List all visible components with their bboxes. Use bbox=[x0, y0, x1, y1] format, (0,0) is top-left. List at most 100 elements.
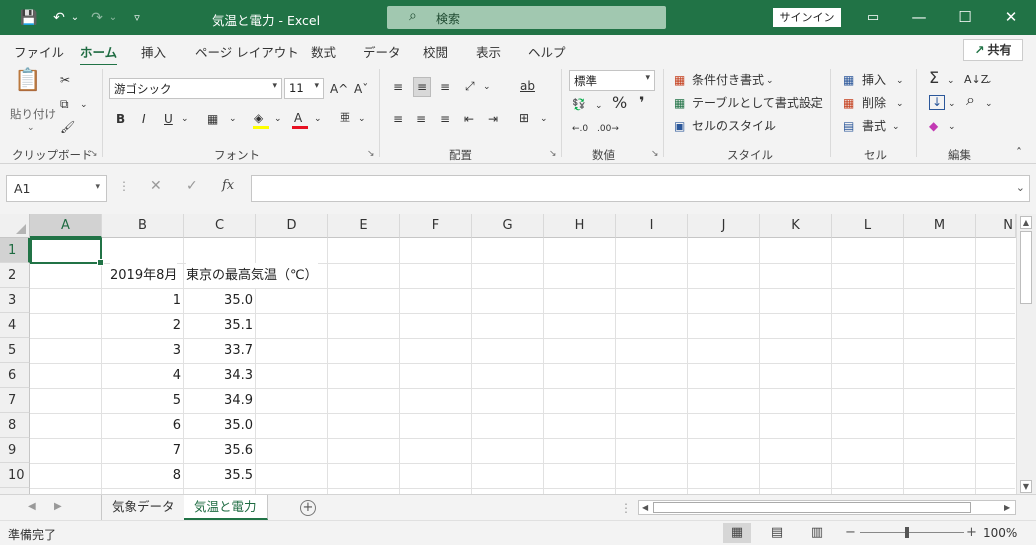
column-header-e[interactable]: E bbox=[328, 214, 400, 238]
number-launcher-icon[interactable]: ↘ bbox=[651, 149, 659, 159]
column-header-f[interactable]: F bbox=[400, 214, 472, 238]
font-color-icon[interactable]: A bbox=[294, 110, 302, 126]
row-header-6[interactable]: 6 bbox=[0, 363, 30, 388]
merge-center-icon[interactable]: ⊞ bbox=[519, 110, 529, 126]
row-header-2[interactable]: 2 bbox=[0, 263, 30, 288]
border-icon[interactable]: ▦ bbox=[207, 111, 218, 127]
tab-help[interactable]: ヘルプ bbox=[528, 42, 566, 61]
close-icon[interactable]: ✕ bbox=[988, 0, 1034, 35]
customize-toolbar-icon[interactable]: ▿ bbox=[128, 9, 146, 27]
align-top-icon[interactable]: ≡ bbox=[393, 79, 403, 95]
format-cells-dropdown-icon[interactable]: ⌄ bbox=[892, 119, 900, 135]
insert-cells-dropdown-icon[interactable]: ⌄ bbox=[896, 73, 904, 89]
add-sheet-button[interactable]: + bbox=[300, 500, 316, 516]
zoom-out-icon[interactable]: − bbox=[845, 525, 856, 540]
insert-function-icon[interactable]: fx bbox=[222, 178, 234, 193]
cell-styles-dropdown-icon[interactable]: ⌄ bbox=[764, 119, 772, 135]
zoom-slider-knob[interactable] bbox=[905, 527, 909, 538]
row-header-1[interactable]: 1 bbox=[0, 238, 30, 263]
tab-formulas[interactable]: 数式 bbox=[311, 42, 336, 61]
column-header-b[interactable]: B bbox=[102, 214, 184, 238]
cell-temp[interactable]: 35.6 bbox=[184, 438, 256, 463]
cell-day[interactable]: 4 bbox=[102, 363, 184, 388]
splitter-icon[interactable]: ⋮ bbox=[118, 179, 130, 193]
copy-dropdown-icon[interactable]: ⌄ bbox=[80, 97, 88, 113]
fill-icon[interactable]: ↓ bbox=[929, 95, 946, 110]
format-as-table-dropdown-icon[interactable]: ⌄ bbox=[808, 96, 816, 112]
scroll-thumb[interactable] bbox=[1020, 231, 1032, 304]
collapse-ribbon-icon[interactable]: ˆ bbox=[1016, 145, 1022, 161]
scroll-right-icon[interactable]: ▶ bbox=[1004, 501, 1010, 514]
format-as-table-icon[interactable]: ▦ bbox=[674, 95, 685, 111]
cell-day[interactable]: 6 bbox=[102, 413, 184, 438]
column-header-n[interactable]: N bbox=[976, 214, 1016, 238]
phonetic-icon[interactable]: 亜 bbox=[340, 111, 350, 127]
cell-temp[interactable]: 35.1 bbox=[184, 313, 256, 338]
sheet-tab-weather[interactable]: 気象データ bbox=[102, 495, 186, 520]
column-header-a[interactable]: A bbox=[30, 214, 102, 238]
scroll-left-icon[interactable]: ◀ bbox=[642, 501, 648, 514]
fill-dropdown-icon[interactable]: ⌄ bbox=[948, 96, 956, 112]
cell-day[interactable]: 1 bbox=[102, 288, 184, 313]
row-header-9[interactable]: 9 bbox=[0, 438, 30, 463]
border-dropdown-icon[interactable]: ⌄ bbox=[229, 111, 237, 127]
sheet-tab-temp-power[interactable]: 気温と電力 bbox=[184, 495, 268, 520]
tab-file[interactable]: ファイル bbox=[14, 42, 64, 61]
currency-dropdown-icon[interactable]: ⌄ bbox=[595, 98, 603, 114]
cell-temp[interactable]: 35.0 bbox=[184, 288, 256, 313]
column-header-k[interactable]: K bbox=[760, 214, 832, 238]
column-header-j[interactable]: J bbox=[688, 214, 760, 238]
clipboard-launcher-icon[interactable]: ↘ bbox=[90, 149, 98, 159]
tab-page-layout[interactable]: ページ レイアウト bbox=[195, 42, 299, 61]
fill-color-dropdown-icon[interactable]: ⌄ bbox=[274, 111, 282, 127]
page-layout-view-icon[interactable]: ▤ bbox=[763, 523, 791, 543]
orientation-icon[interactable]: ⤢ bbox=[465, 78, 475, 94]
row-header-4[interactable]: 4 bbox=[0, 313, 30, 338]
tab-splitter-icon[interactable]: ⋮ bbox=[620, 501, 632, 515]
cell-temp[interactable]: 33.7 bbox=[184, 338, 256, 363]
minimize-icon[interactable]: — bbox=[896, 0, 942, 35]
column-header-i[interactable]: I bbox=[616, 214, 688, 238]
align-middle-icon[interactable]: ≡ bbox=[413, 77, 432, 97]
formula-input[interactable]: ⌄ bbox=[251, 175, 1030, 202]
conditional-format-button[interactable]: 条件付き書式 bbox=[692, 72, 764, 88]
column-header-m[interactable]: M bbox=[904, 214, 976, 238]
name-box[interactable]: A1 ▾ bbox=[6, 175, 107, 202]
increase-decimal-icon[interactable]: ←.0 bbox=[572, 121, 588, 137]
comma-icon[interactable]: ❜ bbox=[639, 95, 645, 111]
prev-sheet-icon[interactable]: ◀ bbox=[28, 501, 36, 512]
insert-cells-button[interactable]: 挿入 bbox=[862, 72, 886, 88]
row-header-5[interactable]: 5 bbox=[0, 338, 30, 363]
column-header-c[interactable]: C bbox=[184, 214, 256, 238]
alignment-launcher-icon[interactable]: ↘ bbox=[549, 149, 557, 159]
cell-temp[interactable]: 34.9 bbox=[184, 388, 256, 413]
column-header-g[interactable]: G bbox=[472, 214, 544, 238]
align-left-icon[interactable]: ≡ bbox=[393, 111, 403, 127]
cell-b2[interactable]: 2019年8月 bbox=[110, 263, 178, 288]
undo-dropdown-icon[interactable]: ⌄ bbox=[66, 9, 84, 27]
scroll-up-icon[interactable]: ▲ bbox=[1020, 216, 1032, 229]
autosum-icon[interactable]: Σ bbox=[929, 70, 939, 86]
row-header-3[interactable]: 3 bbox=[0, 288, 30, 313]
cell-day[interactable]: 8 bbox=[102, 463, 184, 488]
cell-day[interactable]: 3 bbox=[102, 338, 184, 363]
format-cells-icon[interactable]: ▤ bbox=[843, 118, 854, 134]
align-center-icon[interactable]: ≡ bbox=[416, 111, 426, 127]
autosum-dropdown-icon[interactable]: ⌄ bbox=[947, 73, 955, 89]
vertical-scrollbar[interactable]: ▲ ▼ bbox=[1016, 214, 1036, 494]
page-break-view-icon[interactable]: ▥ bbox=[803, 523, 831, 543]
fill-color-icon[interactable]: ◈ bbox=[254, 110, 263, 126]
copy-icon[interactable]: ⧉ bbox=[60, 96, 69, 112]
cell-temp[interactable]: 34.3 bbox=[184, 363, 256, 388]
delete-cells-button[interactable]: 削除 bbox=[862, 95, 886, 111]
format-painter-icon[interactable]: 🖌 bbox=[60, 119, 75, 135]
tab-review[interactable]: 校閲 bbox=[423, 42, 448, 61]
cancel-icon[interactable]: ✕ bbox=[150, 178, 162, 194]
zoom-in-icon[interactable]: + bbox=[966, 525, 977, 540]
select-all-button[interactable] bbox=[0, 214, 30, 238]
search-box[interactable]: ⌕ 検索 bbox=[387, 6, 666, 29]
orientation-dropdown-icon[interactable]: ⌄ bbox=[483, 79, 491, 95]
enter-icon[interactable]: ✓ bbox=[186, 178, 198, 194]
font-name-combo[interactable]: 游ゴシック ▾ bbox=[109, 78, 282, 99]
worksheet-grid[interactable]: A B C D E F G H I J K L M N 1 2 3 4 5 6 … bbox=[0, 214, 1036, 494]
